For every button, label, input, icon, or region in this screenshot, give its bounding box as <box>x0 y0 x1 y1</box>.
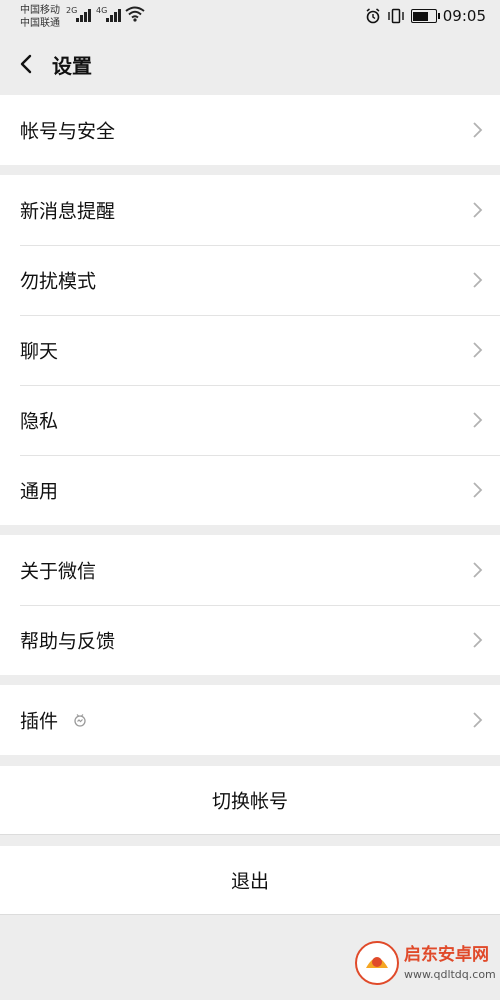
status-bar: 中国移动 中国联通 2G 4G 09:05 <box>0 0 500 34</box>
nav-header: 设置 <box>0 34 500 94</box>
switch-account-button[interactable]: 切换帐号 <box>0 766 500 835</box>
vibrate-icon <box>388 8 404 24</box>
chevron-right-icon <box>473 272 483 288</box>
chevron-right-icon <box>473 202 483 218</box>
clock: 09:05 <box>442 7 486 25</box>
settings-item-do-not-disturb[interactable]: 勿扰模式 <box>0 245 500 315</box>
settings-item-label: 通用 <box>20 480 59 503</box>
watermark-brand: 启东安卓网 <box>404 945 489 965</box>
settings-item-about-wechat[interactable]: 关于微信 <box>0 535 500 605</box>
carrier-1: 中国移动 <box>20 5 60 16</box>
settings-item-privacy[interactable]: 隐私 <box>0 385 500 455</box>
chevron-right-icon <box>473 412 483 428</box>
signal-icon <box>76 8 92 22</box>
chevron-left-icon[interactable] <box>14 50 42 78</box>
carrier-2: 中国联通 <box>20 18 60 29</box>
chevron-right-icon <box>473 482 483 498</box>
brand-logo-icon <box>355 941 399 985</box>
signal-icon <box>106 8 122 22</box>
alarm-icon <box>366 8 380 24</box>
carrier-info: 中国移动 中国联通 <box>20 4 60 30</box>
chevron-right-icon <box>473 632 483 648</box>
switch-account-label: 切换帐号 <box>211 790 288 813</box>
settings-item-plugins[interactable]: 插件 <box>0 685 500 755</box>
logout-button[interactable]: 退出 <box>0 846 500 915</box>
settings-item-notifications[interactable]: 新消息提醒 <box>0 175 500 245</box>
logout-label: 退出 <box>230 870 269 893</box>
settings-group-general: 新消息提醒 勿扰模式 聊天 隐私 通用 <box>0 175 500 525</box>
settings-item-label: 勿扰模式 <box>20 270 97 293</box>
chevron-right-icon <box>473 342 483 358</box>
settings-item-label: 帐号与安全 <box>20 120 116 143</box>
settings-group-about: 关于微信 帮助与反馈 <box>0 535 500 675</box>
settings-item-general[interactable]: 通用 <box>0 455 500 525</box>
settings-item-help-feedback[interactable]: 帮助与反馈 <box>0 605 500 675</box>
chevron-right-icon <box>473 712 483 728</box>
settings-item-chat[interactable]: 聊天 <box>0 315 500 385</box>
settings-item-label: 关于微信 <box>20 560 97 583</box>
settings-group-account: 帐号与安全 <box>0 95 500 165</box>
battery-icon <box>410 9 440 23</box>
settings-item-label: 帮助与反馈 <box>20 630 116 653</box>
watermark-url: www.qdltdq.com <box>404 968 496 981</box>
plugin-icon <box>74 714 86 727</box>
settings-item-label: 聊天 <box>20 340 59 363</box>
wifi-icon <box>125 6 145 22</box>
settings-item-label: 隐私 <box>20 410 59 433</box>
page-title: 设置 <box>52 54 92 78</box>
settings-group-plugins: 插件 <box>0 685 500 755</box>
chevron-right-icon <box>473 562 483 578</box>
site-watermark: 启东安卓网 www.qdltdq.com <box>354 934 496 994</box>
settings-item-account-security[interactable]: 帐号与安全 <box>0 95 500 165</box>
settings-item-label: 新消息提醒 <box>20 200 116 223</box>
settings-item-label: 插件 <box>20 710 59 733</box>
chevron-right-icon <box>473 122 483 138</box>
